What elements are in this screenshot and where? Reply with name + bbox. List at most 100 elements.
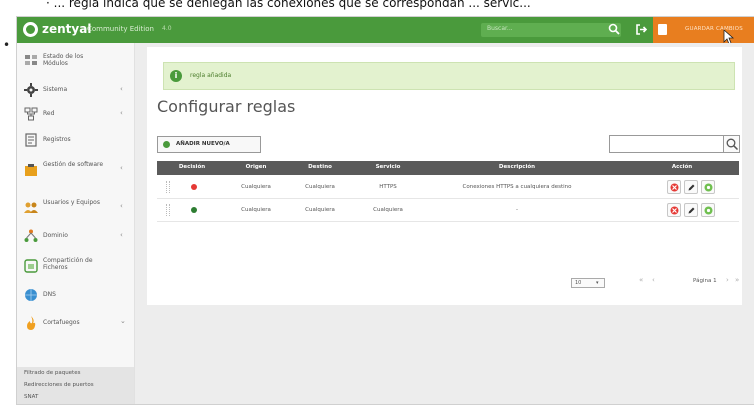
table-header: Decisión Origen Destino Servicio Descrip… xyxy=(157,161,739,175)
save-icon xyxy=(658,24,667,35)
plus-icon xyxy=(163,141,170,148)
info-icon: i xyxy=(170,70,182,82)
cell-origen: Cualquiera xyxy=(241,184,271,190)
chevron-left-icon: ‹ xyxy=(120,202,123,210)
next-page-icon[interactable]: › xyxy=(726,276,729,284)
page-size-select[interactable]: 10 ▾ xyxy=(571,278,605,288)
sidebar-item-label: Cortafuegos xyxy=(43,319,80,326)
delete-icon xyxy=(670,183,679,192)
first-page-icon[interactable]: « xyxy=(639,276,643,284)
clone-button[interactable] xyxy=(701,203,715,217)
save-changes-button[interactable]: GUARDAR CAMBIOS xyxy=(653,17,754,43)
delete-button[interactable] xyxy=(667,203,681,217)
sidebar-item-label: Gestión de software xyxy=(43,161,104,168)
submenu-item-port-forwarding[interactable]: Redirecciones de puertos xyxy=(24,382,94,388)
logout-icon[interactable] xyxy=(635,23,648,36)
sidebar-item-software[interactable]: Gestión de software ‹ xyxy=(17,153,134,183)
search-icon[interactable] xyxy=(608,23,620,35)
page-indicator: Página 1 xyxy=(693,278,717,284)
search-input[interactable]: Buscar... xyxy=(481,23,621,37)
table-row: Cualquiera Cualquiera HTTPS Conexiones H… xyxy=(157,176,739,199)
column-header-destino[interactable]: Destino xyxy=(291,164,349,170)
firewall-icon xyxy=(27,316,36,330)
clone-icon xyxy=(704,183,713,192)
column-header-servicio[interactable]: Servicio xyxy=(353,164,423,170)
sidebar-item-cortafuegos[interactable]: Cortafuegos ⌄ xyxy=(17,308,134,338)
accept-status-icon xyxy=(191,207,197,213)
sidebar-item-dns[interactable]: DNS xyxy=(17,280,134,310)
network-icon xyxy=(24,107,38,121)
table-filter-input[interactable] xyxy=(609,135,725,153)
column-header-accion: Acción xyxy=(671,164,693,170)
cell-descripcion: Conexiones HTTPS a cualquiera destino xyxy=(462,184,572,190)
cell-origen: Cualquiera xyxy=(241,207,271,213)
dashboard-icon xyxy=(25,55,37,65)
sidebar-item-label: Compartición de Ficheros xyxy=(43,257,93,271)
browser-screenshot: zentyal Community Edition 4.0 Buscar... … xyxy=(16,16,754,405)
deny-status-icon xyxy=(191,184,197,190)
sidebar-item-label: Estado de los Módulos xyxy=(43,53,84,67)
pencil-icon xyxy=(688,207,695,214)
top-navbar: zentyal Community Edition 4.0 Buscar... … xyxy=(17,17,754,45)
clone-button[interactable] xyxy=(701,180,715,194)
filter-search-button[interactable] xyxy=(723,135,740,153)
chevron-left-icon: ‹ xyxy=(120,109,123,117)
chevron-left-icon: ‹ xyxy=(120,164,123,172)
table-row: Cualquiera Cualquiera Cualquiera - xyxy=(157,199,739,222)
page-title: Configurar reglas xyxy=(157,97,296,116)
bullet-marker: • xyxy=(3,38,11,52)
sidebar-item-usuarios[interactable]: Usuarios y Equipos ‹ xyxy=(17,191,134,221)
sidebar-item-label: Registros xyxy=(43,136,71,143)
edition-label: Community Edition xyxy=(87,25,154,33)
submenu-item-packet-filter[interactable]: Filtrado de paquetes xyxy=(24,370,80,376)
chevron-down-icon: ⌄ xyxy=(120,317,126,325)
chevron-left-icon: ‹ xyxy=(120,231,123,239)
software-icon xyxy=(25,164,37,176)
column-header-origen[interactable]: Origen xyxy=(227,164,285,170)
cell-descripcion: - xyxy=(516,207,518,213)
notice-text: regla añadida xyxy=(190,72,232,79)
column-header-decision[interactable]: Decisión xyxy=(163,164,221,170)
submenu-item-snat[interactable]: SNAT xyxy=(24,394,38,400)
prev-page-icon[interactable]: ‹ xyxy=(652,276,655,284)
edit-button[interactable] xyxy=(684,203,698,217)
cell-destino: Cualquiera xyxy=(305,207,335,213)
cell-servicio: Cualquiera xyxy=(373,207,403,213)
chevron-down-icon: ▾ xyxy=(596,280,599,286)
sidebar-item-registros[interactable]: Registros xyxy=(17,125,134,155)
cell-servicio: HTTPS xyxy=(379,184,397,190)
add-new-button[interactable]: AÑADIR NUEVO/A xyxy=(157,136,261,153)
delete-button[interactable] xyxy=(667,180,681,194)
sidebar-item-label: Dominio xyxy=(43,232,68,239)
gear-icon xyxy=(24,83,38,97)
sidebar-item-label: Sistema xyxy=(43,86,68,93)
last-page-icon[interactable]: » xyxy=(735,276,739,284)
page-size-value: 10 xyxy=(575,280,582,286)
cell-destino: Cualquiera xyxy=(305,184,335,190)
file-sharing-icon xyxy=(24,259,38,273)
search-icon xyxy=(726,138,739,151)
sidebar-item-dashboard[interactable]: Estado de los Módulos xyxy=(17,45,134,75)
delete-icon xyxy=(670,206,679,215)
clone-icon xyxy=(704,206,713,215)
drag-handle-icon[interactable] xyxy=(166,181,170,193)
pencil-icon xyxy=(688,184,695,191)
sidebar-item-label: Red xyxy=(43,110,55,117)
sidebar: Estado de los Módulos Sistema ‹ Red ‹ Re… xyxy=(17,43,135,404)
firewall-submenu: Filtrado de paquetes Redirecciones de pu… xyxy=(17,367,134,404)
zentyal-logo-icon xyxy=(23,22,38,37)
column-header-descripcion[interactable]: Descripción xyxy=(427,164,607,170)
rules-panel: i regla añadida Configurar reglas AÑADIR… xyxy=(147,47,742,305)
sidebar-item-ficheros[interactable]: Compartición de Ficheros xyxy=(17,249,134,279)
domain-icon xyxy=(24,229,38,242)
edit-button[interactable] xyxy=(684,180,698,194)
sidebar-item-label: Usuarios y Equipos xyxy=(43,199,100,206)
dns-icon xyxy=(25,289,37,301)
chevron-left-icon: ‹ xyxy=(120,85,123,93)
sidebar-item-dominio[interactable]: Dominio ‹ xyxy=(17,221,134,251)
logs-icon xyxy=(25,133,37,147)
add-new-label: AÑADIR NUEVO/A xyxy=(176,141,230,147)
main-content: i regla añadida Configurar reglas AÑADIR… xyxy=(135,43,754,404)
success-notice: i regla añadida xyxy=(163,62,735,90)
drag-handle-icon[interactable] xyxy=(166,204,170,216)
